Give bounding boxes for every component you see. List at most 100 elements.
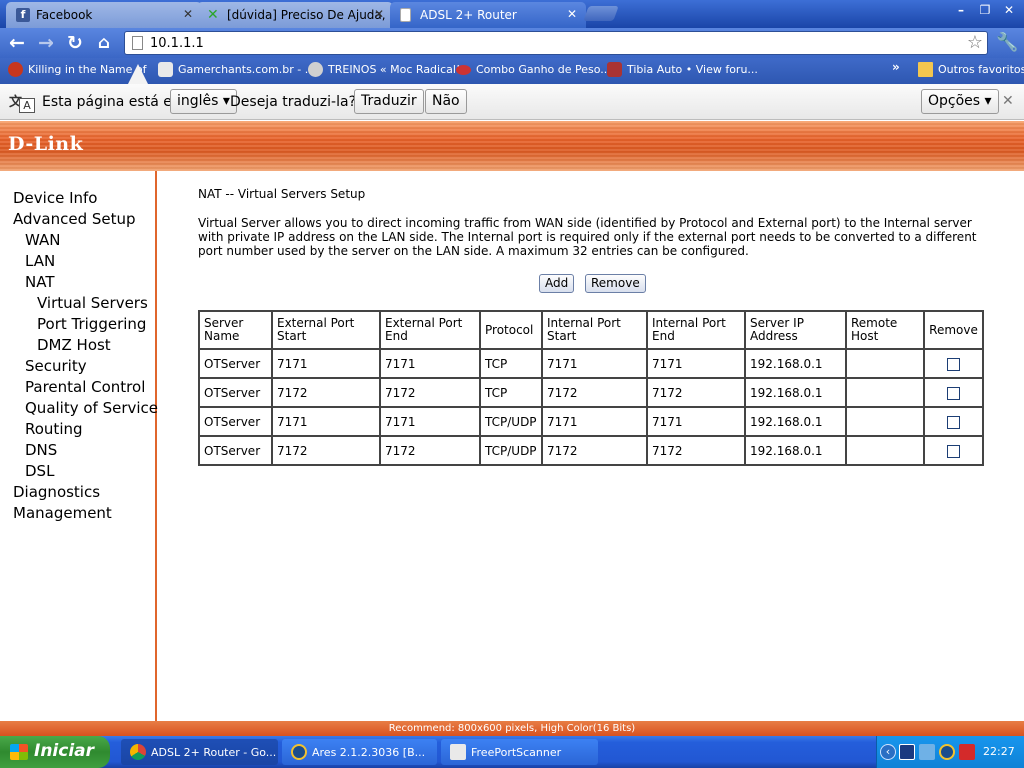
remove-checkbox[interactable] — [947, 386, 960, 400]
close-icon[interactable]: ✕ — [374, 7, 384, 21]
bookmark-icon — [158, 62, 173, 77]
cell-remote-host — [845, 406, 925, 437]
bookmark-gamerchants[interactable]: Gamerchants.com.br - ... — [158, 62, 316, 77]
bookmark-tibia[interactable]: Tibia Auto • View foru... — [607, 62, 758, 77]
col-internal-port-end: Internal Port End — [646, 310, 746, 350]
add-button[interactable]: Add — [539, 274, 575, 293]
cell-protocol: TCP/UDP — [479, 406, 543, 437]
table-row: OTServer 7171 7171 TCP 7171 7171 192.168… — [198, 348, 984, 379]
cell-int-end: 7171 — [646, 348, 746, 379]
menu-security[interactable]: Security — [25, 357, 87, 375]
close-icon[interactable]: ✕ — [1002, 93, 1014, 109]
bookmarks-overflow-icon[interactable]: » — [892, 60, 900, 74]
cell-int-start: 7172 — [541, 377, 648, 408]
menu-device-info[interactable]: Device Info — [13, 189, 97, 207]
tray-antivirus-icon[interactable] — [959, 744, 975, 760]
bookmark-star-icon[interactable]: ☆ — [967, 32, 983, 53]
cell-int-start: 7172 — [541, 435, 648, 466]
table-row: OTServer 7172 7172 TCP 7172 7172 192.168… — [198, 377, 984, 408]
remove-checkbox[interactable] — [947, 444, 960, 458]
tab-label: [dúvida] Preciso De Ajuda, N — [227, 8, 393, 22]
url-text[interactable]: 10.1.1.1 — [150, 36, 204, 51]
close-icon[interactable]: ✕ — [183, 7, 193, 21]
menu-dsl[interactable]: DSL — [25, 462, 54, 480]
remove-button[interactable]: Remove — [585, 274, 646, 293]
col-external-port-start: External Port Start — [271, 310, 381, 350]
bookmark-other-favorites[interactable]: Outros favoritos — [918, 62, 1024, 77]
address-bar[interactable]: 10.1.1.1 ☆ — [124, 31, 988, 55]
menu-advanced-setup[interactable]: Advanced Setup — [13, 210, 136, 228]
menu-port-triggering[interactable]: Port Triggering — [37, 315, 146, 333]
home-icon[interactable]: ⌂ — [93, 32, 115, 54]
close-icon[interactable]: ✕ — [567, 7, 577, 21]
start-button[interactable]: Iniciar — [0, 736, 110, 768]
task-freeportscanner[interactable]: FreePortScanner — [441, 739, 598, 765]
cell-ext-start: 7172 — [271, 377, 381, 408]
cell-ext-start: 7172 — [271, 435, 381, 466]
cell-remove — [923, 377, 984, 408]
col-remove: Remove — [923, 310, 984, 350]
tab-facebook[interactable]: f Facebook ✕ — [6, 2, 202, 28]
remove-checkbox[interactable] — [947, 357, 960, 371]
cell-remove — [923, 435, 984, 466]
forward-icon[interactable]: → — [35, 32, 57, 54]
options-button[interactable]: Opções ▾ — [921, 89, 999, 114]
facebook-icon: f — [16, 8, 30, 22]
menu-management[interactable]: Management — [13, 504, 112, 522]
menu-diagnostics[interactable]: Diagnostics — [13, 483, 100, 501]
no-button[interactable]: Não — [425, 89, 467, 114]
menu-wan[interactable]: WAN — [25, 231, 61, 249]
bookmark-killing[interactable]: Killing in the Name of — [8, 62, 147, 77]
back-icon[interactable]: ← — [6, 32, 28, 54]
reload-icon[interactable]: ↻ — [64, 32, 86, 54]
task-chrome[interactable]: ADSL 2+ Router - Go... — [121, 739, 278, 765]
tray-network-icon[interactable] — [919, 744, 935, 760]
cell-ext-end: 7172 — [379, 377, 481, 408]
close-window-icon[interactable]: ✕ — [998, 1, 1020, 19]
menu-dmz-host[interactable]: DMZ Host — [37, 336, 111, 354]
cell-server-ip: 192.168.0.1 — [744, 435, 847, 466]
table-row: OTServer 7171 7171 TCP/UDP 7171 7171 192… — [198, 406, 984, 437]
language-select[interactable]: inglês ▾ — [170, 89, 237, 114]
minimize-icon[interactable]: – — [950, 1, 972, 19]
remove-checkbox[interactable] — [947, 415, 960, 429]
menu-nat[interactable]: NAT — [25, 273, 54, 291]
page-icon — [400, 8, 411, 22]
tray-ares-icon[interactable] — [939, 744, 955, 760]
col-internal-port-start: Internal Port Start — [541, 310, 648, 350]
tab-label: ADSL 2+ Router — [420, 8, 517, 22]
cell-server-ip: 192.168.0.1 — [744, 406, 847, 437]
scanner-icon — [450, 744, 466, 760]
bookmark-treinos[interactable]: TREINOS « Moc Radical! — [308, 62, 460, 77]
col-external-port-end: External Port End — [379, 310, 481, 350]
cell-ext-start: 7171 — [271, 406, 381, 437]
dlink-logo: D-Link — [8, 133, 84, 155]
bookmarks-bar: Killing in the Name of Gamerchants.com.b… — [0, 58, 1024, 84]
col-server-ip: Server IP Address — [744, 310, 847, 350]
cell-server-name: OTServer — [198, 406, 273, 437]
task-ares[interactable]: Ares 2.1.2.3036 [B... — [282, 739, 437, 765]
tab-adsl-router[interactable]: ADSL 2+ Router ✕ — [390, 2, 586, 28]
menu-lan[interactable]: LAN — [25, 252, 55, 270]
new-tab-button[interactable] — [583, 6, 619, 21]
translate-button[interactable]: Traduzir — [354, 89, 424, 114]
tray-app-icon[interactable] — [899, 744, 915, 760]
menu-dns[interactable]: DNS — [25, 441, 57, 459]
menu-parental-control[interactable]: Parental Control — [25, 378, 145, 396]
menu-virtual-servers[interactable]: Virtual Servers — [37, 294, 148, 312]
recommend-note: Recommend: 800x600 pixels, High Color(16… — [0, 721, 1024, 736]
wrench-icon[interactable]: 🔧 — [996, 32, 1018, 53]
task-label: ADSL 2+ Router - Go... — [151, 746, 277, 759]
menu-quality-of-service[interactable]: Quality of Service — [25, 399, 158, 417]
bookmark-icon — [456, 65, 471, 75]
tab-duvida[interactable]: ✕ [dúvida] Preciso De Ajuda, N ✕ — [197, 2, 393, 28]
bookmark-combo[interactable]: Combo Ganho de Peso... — [456, 63, 611, 76]
translate-question: Deseja traduzi-la? — [230, 94, 356, 110]
menu-routing[interactable]: Routing — [25, 420, 83, 438]
page-description: Virtual Server allows you to direct inco… — [198, 216, 977, 258]
restore-icon[interactable]: ❐ — [974, 1, 996, 19]
start-label: Iniciar — [34, 741, 95, 761]
col-protocol: Protocol — [479, 310, 543, 350]
tray-expand-icon[interactable]: ‹ — [880, 744, 896, 760]
bookmark-label: Gamerchants.com.br - ... — [178, 63, 316, 76]
